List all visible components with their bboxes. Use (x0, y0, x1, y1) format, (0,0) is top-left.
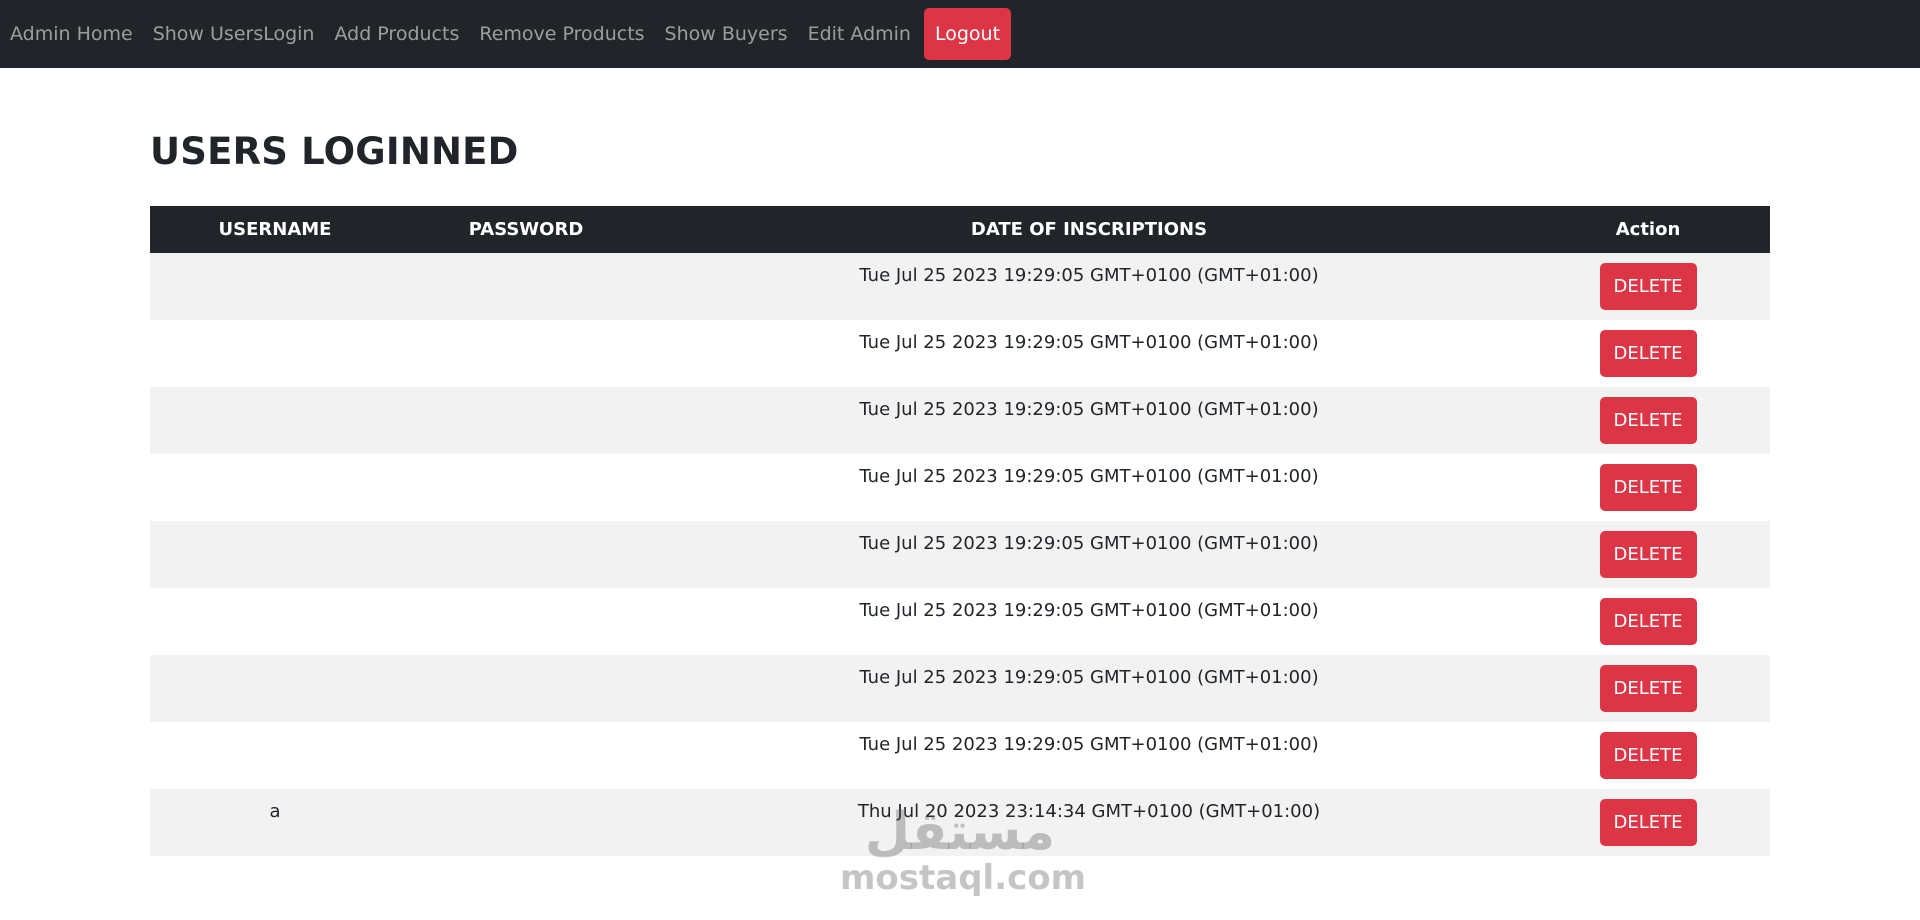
top-navbar: Admin Home Show UsersLogin Add Products … (0, 0, 1920, 68)
column-header-date: DATE OF INSCRIPTIONS (970, 219, 1208, 240)
cell-action: DELETE (1526, 454, 1770, 521)
cell-username (150, 387, 400, 454)
column-header-action: Action (1615, 219, 1681, 240)
table-row: a Thu Jul 20 2023 23:14:34 GMT+0100 (GMT… (150, 789, 1770, 856)
cell-password (400, 655, 652, 722)
delete-button[interactable]: DELETE (1599, 330, 1697, 377)
nav-link-show-buyers[interactable]: Show Buyers (655, 23, 798, 45)
cell-action: DELETE (1526, 588, 1770, 655)
users-table: USERNAME PASSWORD DATE OF INSCRIPTIONS A… (150, 206, 1770, 856)
cell-password (400, 454, 652, 521)
cell-password (400, 521, 652, 588)
delete-button[interactable]: DELETE (1599, 263, 1697, 310)
cell-username (150, 722, 400, 789)
cell-username (150, 655, 400, 722)
table-row: Tue Jul 25 2023 19:29:05 GMT+0100 (GMT+0… (150, 655, 1770, 722)
cell-username (150, 253, 400, 320)
cell-action: DELETE (1526, 521, 1770, 588)
cell-date: Tue Jul 25 2023 19:29:05 GMT+0100 (GMT+0… (859, 533, 1319, 554)
cell-action: DELETE (1526, 722, 1770, 789)
delete-button[interactable]: DELETE (1599, 531, 1697, 578)
nav-link-remove-products[interactable]: Remove Products (469, 23, 654, 45)
page-title: USERS LOGINNED (150, 130, 519, 173)
cell-action: DELETE (1526, 320, 1770, 387)
table-body: Tue Jul 25 2023 19:29:05 GMT+0100 (GMT+0… (150, 253, 1770, 856)
cell-date: Tue Jul 25 2023 19:29:05 GMT+0100 (GMT+0… (859, 466, 1319, 487)
table-row: Tue Jul 25 2023 19:29:05 GMT+0100 (GMT+0… (150, 588, 1770, 655)
cell-password (400, 722, 652, 789)
cell-date: Thu Jul 20 2023 23:14:34 GMT+0100 (GMT+0… (857, 801, 1321, 822)
column-header-username: USERNAME (218, 219, 332, 240)
cell-action: DELETE (1526, 789, 1770, 856)
cell-password (400, 789, 652, 856)
cell-date: Tue Jul 25 2023 19:29:05 GMT+0100 (GMT+0… (859, 332, 1319, 353)
cell-date: Tue Jul 25 2023 19:29:05 GMT+0100 (GMT+0… (859, 600, 1319, 621)
logout-button[interactable]: Logout (923, 8, 1012, 60)
cell-username (150, 521, 400, 588)
table-row: Tue Jul 25 2023 19:29:05 GMT+0100 (GMT+0… (150, 722, 1770, 789)
delete-button[interactable]: DELETE (1599, 665, 1697, 712)
nav-link-show-users-login[interactable]: Show UsersLogin (143, 23, 325, 45)
cell-password (400, 588, 652, 655)
delete-button[interactable]: DELETE (1599, 799, 1697, 846)
delete-button[interactable]: DELETE (1599, 397, 1697, 444)
cell-password (400, 387, 652, 454)
cell-username (150, 454, 400, 521)
nav-link-admin-home[interactable]: Admin Home (10, 23, 143, 45)
cell-password (400, 320, 652, 387)
table-row: Tue Jul 25 2023 19:29:05 GMT+0100 (GMT+0… (150, 454, 1770, 521)
nav-link-edit-admin[interactable]: Edit Admin (798, 23, 921, 45)
nav-link-add-products[interactable]: Add Products (324, 23, 469, 45)
cell-date: Tue Jul 25 2023 19:29:05 GMT+0100 (GMT+0… (859, 734, 1319, 755)
cell-password (400, 253, 652, 320)
cell-action: DELETE (1526, 253, 1770, 320)
table-row: Tue Jul 25 2023 19:29:05 GMT+0100 (GMT+0… (150, 253, 1770, 320)
table-row: Tue Jul 25 2023 19:29:05 GMT+0100 (GMT+0… (150, 387, 1770, 454)
table-row: Tue Jul 25 2023 19:29:05 GMT+0100 (GMT+0… (150, 320, 1770, 387)
table-row: Tue Jul 25 2023 19:29:05 GMT+0100 (GMT+0… (150, 521, 1770, 588)
delete-button[interactable]: DELETE (1599, 598, 1697, 645)
cell-action: DELETE (1526, 655, 1770, 722)
delete-button[interactable]: DELETE (1599, 732, 1697, 779)
cell-date: Tue Jul 25 2023 19:29:05 GMT+0100 (GMT+0… (859, 399, 1319, 420)
watermark-text: mostaql.com (840, 858, 1087, 898)
cell-date: Tue Jul 25 2023 19:29:05 GMT+0100 (GMT+0… (859, 667, 1319, 688)
column-header-password: PASSWORD (468, 219, 584, 240)
table-header-row: USERNAME PASSWORD DATE OF INSCRIPTIONS A… (150, 206, 1770, 253)
cell-username: a (269, 801, 281, 822)
cell-date: Tue Jul 25 2023 19:29:05 GMT+0100 (GMT+0… (859, 265, 1319, 286)
cell-username (150, 588, 400, 655)
delete-button[interactable]: DELETE (1599, 464, 1697, 511)
cell-username (150, 320, 400, 387)
cell-action: DELETE (1526, 387, 1770, 454)
